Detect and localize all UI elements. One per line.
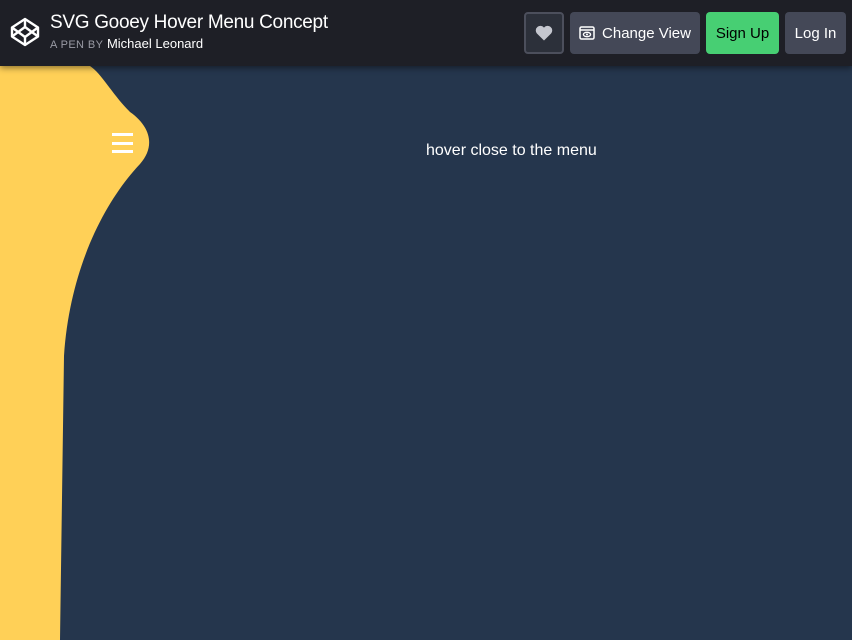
hover-hint-text: hover close to the menu — [426, 142, 597, 159]
preview-stage[interactable]: hover close to the menu — [0, 66, 852, 640]
top-bar: SVG Gooey Hover Menu Concept A PEN BY Mi… — [0, 0, 852, 66]
heart-icon — [535, 25, 553, 41]
hamburger-line — [112, 141, 133, 145]
change-view-button[interactable]: Change View — [570, 12, 700, 54]
gooey-menu-blob[interactable] — [0, 66, 200, 640]
sign-up-button[interactable]: Sign Up — [706, 12, 779, 54]
eye-window-icon — [579, 26, 595, 40]
heart-button[interactable] — [524, 12, 564, 54]
change-view-label: Change View — [602, 24, 691, 42]
pen-byline: A PEN BY Michael Leonard — [50, 36, 203, 51]
pen-title: SVG Gooey Hover Menu Concept — [50, 12, 328, 33]
codepen-cube-icon[interactable] — [9, 16, 41, 48]
author-link[interactable]: Michael Leonard — [107, 36, 203, 51]
byline-prefix: A PEN BY — [50, 39, 104, 51]
log-in-button[interactable]: Log In — [785, 12, 846, 54]
hamburger-line — [112, 150, 133, 153]
hamburger-line — [112, 133, 133, 136]
hamburger-menu-icon[interactable] — [112, 132, 134, 154]
